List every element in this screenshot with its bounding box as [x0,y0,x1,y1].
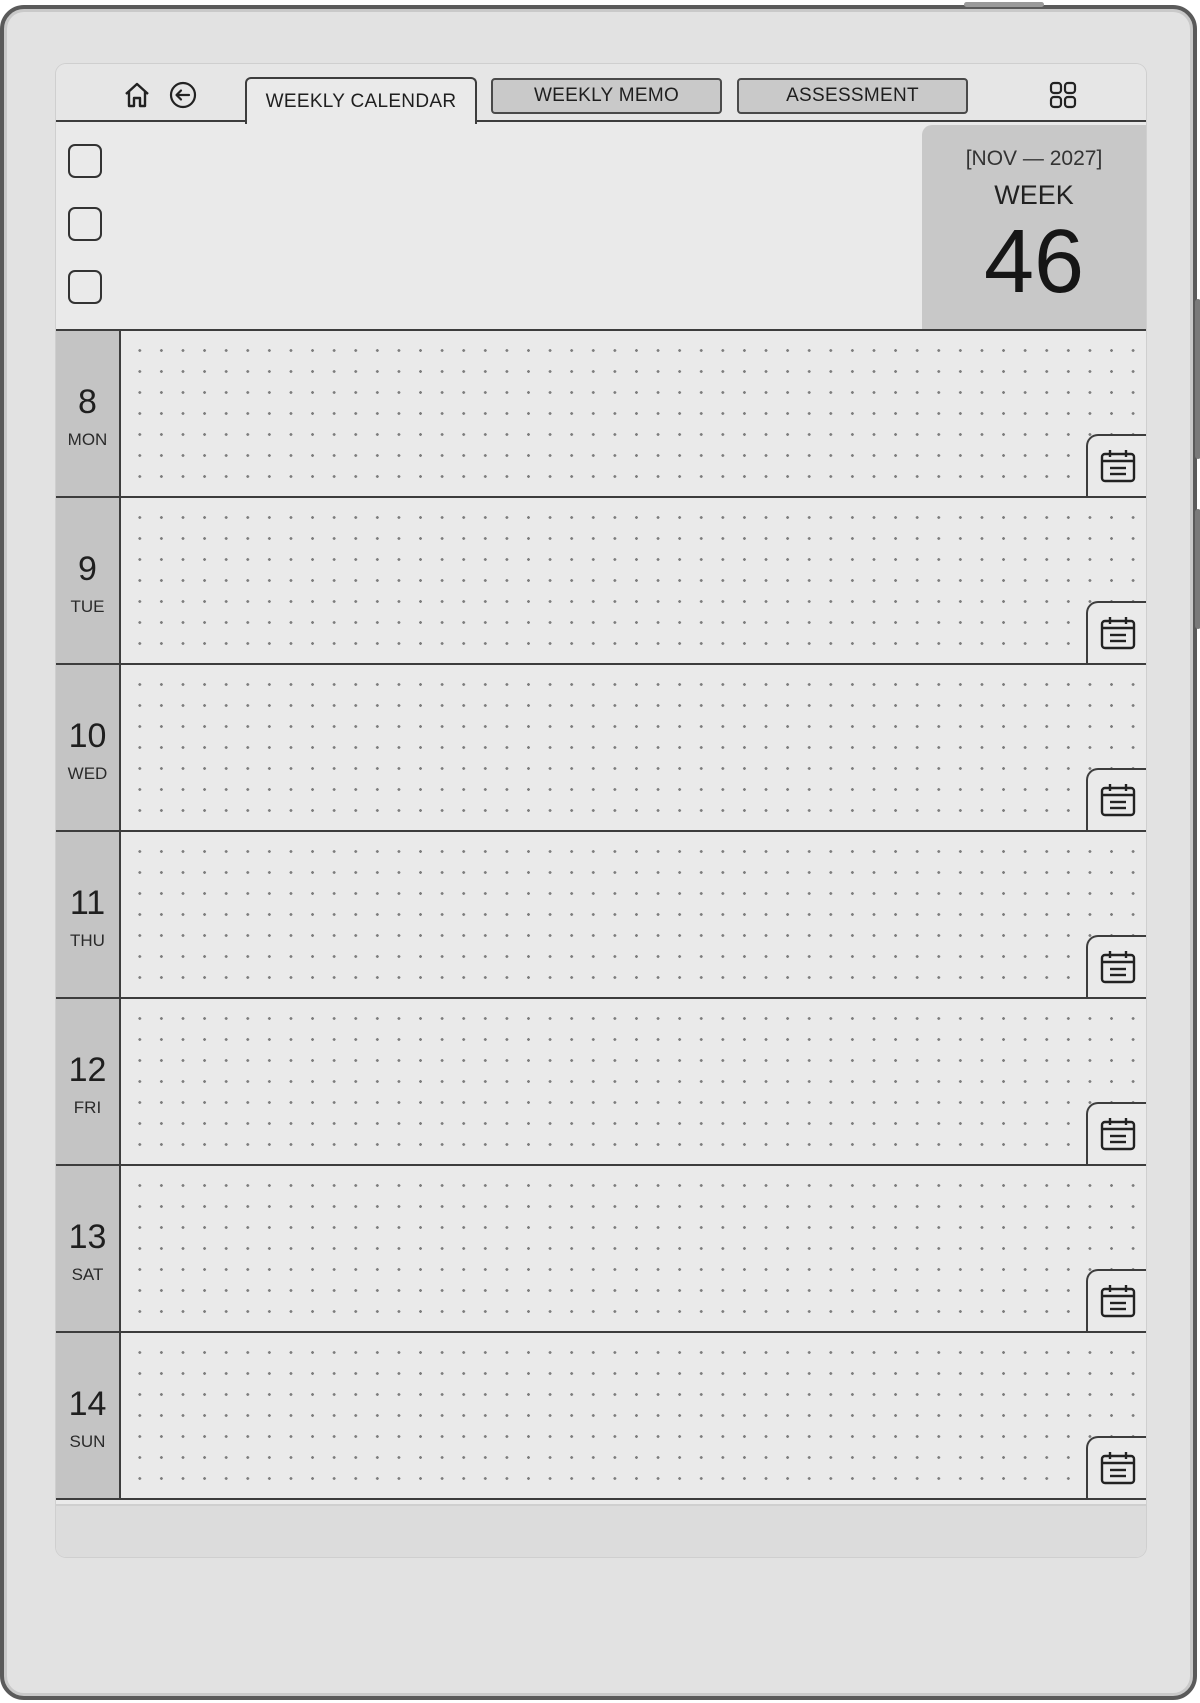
tab-weekly-memo[interactable]: WEEKLY MEMO [491,78,722,114]
checkbox[interactable] [68,207,102,241]
dot-grid-writing-area[interactable] [121,1166,1146,1331]
dot-grid-writing-area[interactable] [121,498,1146,663]
week-number: 46 [983,212,1085,312]
screen: WEEKLY CALENDAR WEEKLY MEMO ASSESSMENT [… [56,64,1146,1557]
dot-grid-writing-area[interactable] [121,832,1146,997]
day-number: 13 [68,1218,107,1256]
day-row-thu: 11 THU [56,832,1146,999]
month-year-label: [NOV — 2027] [965,147,1103,170]
day-name: MON [67,430,108,449]
day-label[interactable]: 8 MON [56,331,121,496]
day-number: 12 [68,1051,107,1089]
day-row-wed: 10 WED [56,665,1146,832]
week-label: WEEK [994,180,1074,210]
day-row-fri: 12 FRI [56,999,1146,1166]
calendar-icon[interactable] [1086,1269,1146,1333]
day-list: 8 MON 9 TUE 10 WED 11 THU 12 FRI 13 SAT … [56,331,1146,1500]
day-number: 14 [68,1385,107,1423]
calendar-icon[interactable] [1086,1436,1146,1500]
day-number: 8 [78,383,97,421]
dot-grid-writing-area[interactable] [121,331,1146,496]
day-label[interactable]: 10 WED [56,665,121,830]
day-row-tue: 9 TUE [56,498,1146,665]
day-number: 11 [69,884,106,922]
day-name: FRI [73,1098,102,1117]
tab-assessment[interactable]: ASSESSMENT [737,78,968,114]
week-indicator: [NOV — 2027] WEEK 46 [922,125,1146,329]
day-name: SUN [69,1432,106,1451]
back-arrow-icon[interactable] [166,78,200,112]
day-name: WED [67,764,108,783]
power-button [964,2,1044,7]
calendar-icon[interactable] [1086,768,1146,832]
day-number: 9 [78,550,97,588]
home-icon[interactable] [120,78,154,112]
calendar-icon[interactable] [1086,434,1146,498]
top-navigation: WEEKLY CALENDAR WEEKLY MEMO ASSESSMENT [56,64,1146,124]
calendar-icon[interactable] [1086,935,1146,999]
day-label[interactable]: 14 SUN [56,1333,121,1498]
day-label[interactable]: 12 FRI [56,999,121,1164]
day-name: THU [70,931,105,950]
day-name: SAT [71,1265,104,1284]
day-label[interactable]: 9 TUE [56,498,121,663]
checkbox[interactable] [68,144,102,178]
day-name: TUE [70,597,105,616]
day-row-sun: 14 SUN [56,1333,1146,1500]
grid-menu-icon[interactable] [1046,78,1080,112]
dot-grid-writing-area[interactable] [121,665,1146,830]
day-label[interactable]: 13 SAT [56,1166,121,1331]
calendar-icon[interactable] [1086,601,1146,665]
dot-grid-writing-area[interactable] [121,1333,1146,1498]
day-row-sat: 13 SAT [56,1166,1146,1333]
calendar-icon[interactable] [1086,1102,1146,1166]
side-button [1195,509,1200,629]
day-row-mon: 8 MON [56,331,1146,498]
day-label[interactable]: 11 THU [56,832,121,997]
tab-weekly-calendar[interactable]: WEEKLY CALENDAR [245,77,477,124]
bottom-bar [56,1504,1146,1557]
day-number: 10 [68,717,107,755]
week-header: [NOV — 2027] WEEK 46 [56,122,1146,331]
dot-grid-writing-area[interactable] [121,999,1146,1164]
checkbox[interactable] [68,270,102,304]
side-button [1195,299,1200,459]
e-reader-device: WEEKLY CALENDAR WEEKLY MEMO ASSESSMENT [… [0,2,1200,1700]
